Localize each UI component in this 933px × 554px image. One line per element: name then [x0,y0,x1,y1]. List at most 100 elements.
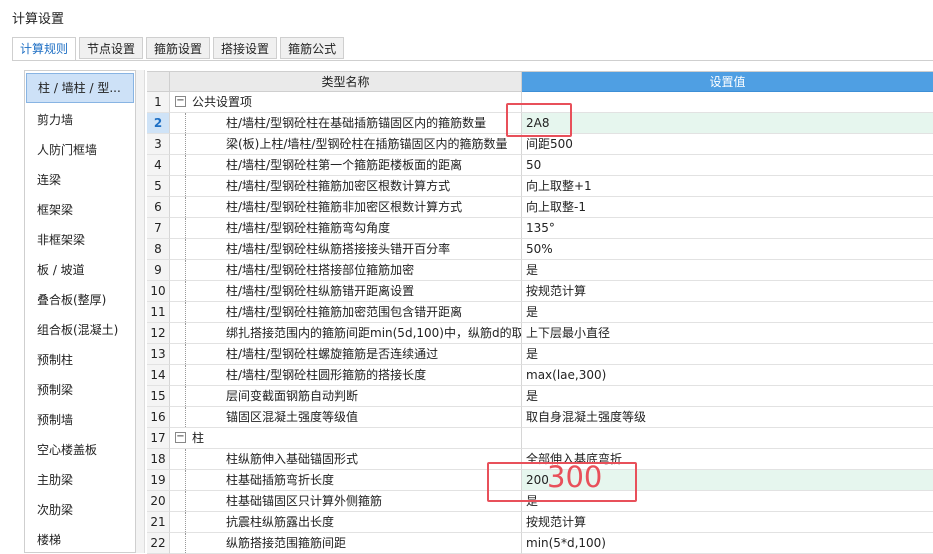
tree-guide-line [185,260,186,280]
setting-value-cell[interactable]: 按规范计算 [522,281,933,302]
sidebar-item-shear-wall[interactable]: 剪力墙 [25,105,135,135]
setting-value-cell[interactable]: 是 [522,302,933,323]
sidebar-item-composite-slab-full[interactable]: 叠合板(整厚) [25,285,135,315]
setting-name-text: 锚固区混凝土强度等级值 [226,410,359,424]
setting-value-cell[interactable] [522,92,933,113]
table-row[interactable]: 9 柱/墙柱/型钢砼柱搭接部位箍筋加密 是 [147,260,933,281]
annotation-text-300: 300 [547,460,603,494]
table-row[interactable]: 10 柱/墙柱/型钢砼柱纵筋错开距离设置 按规范计算 [147,281,933,302]
row-number: 5 [147,176,170,197]
table-row[interactable]: 6 柱/墙柱/型钢砼柱箍筋非加密区根数计算方式 向上取整-1 [147,197,933,218]
sidebar-item-composite-slab-concrete[interactable]: 组合板(混凝土) [25,315,135,345]
sidebar-item-civil-defense-frame[interactable]: 人防门框墙 [25,135,135,165]
table-row[interactable]: 12 绑扎搭接范围内的箍筋间距min(5d,100)中，纵筋d的取值 上下层最小直径 [147,323,933,344]
setting-value-cell[interactable]: 间距500 [522,134,933,155]
setting-value-cell[interactable]: 按规范计算 [522,512,933,533]
setting-name-cell: 柱/墙柱/型钢砼柱纵筋搭接接头错开百分率 [170,239,522,260]
setting-name-cell: 锚固区混凝土强度等级值 [170,407,522,428]
row-number: 16 [147,407,170,428]
setting-name-cell: 柱/墙柱/型钢砼柱箍筋非加密区根数计算方式 [170,197,522,218]
setting-name-text: 柱/墙柱/型钢砼柱纵筋错开距离设置 [226,284,415,298]
setting-name-text: 柱/墙柱/型钢砼柱在基础插筋锚固区内的箍筋数量 [226,116,487,130]
table-row[interactable]: 17− 柱 [147,428,933,449]
table-row[interactable]: 16 锚固区混凝土强度等级值 取自身混凝土强度等级 [147,407,933,428]
setting-value-cell[interactable]: max(lae,300) [522,365,933,386]
annotation-box-row2 [506,103,572,137]
table-row[interactable]: 11 柱/墙柱/型钢砼柱箍筋加密范围包含错开距离 是 [147,302,933,323]
setting-name-cell: 柱/墙柱/型钢砼柱纵筋错开距离设置 [170,281,522,302]
row-number: 2 [147,113,170,134]
window-title: 计算设置 [12,12,65,27]
setting-name-cell: 抗震柱纵筋露出长度 [170,512,522,533]
setting-name-text: 绑扎搭接范围内的箍筋间距min(5d,100)中，纵筋d的取值 [226,326,522,340]
collapse-toggle-icon[interactable]: − [175,96,186,107]
setting-name-text: 层间变截面钢筋自动判断 [226,389,359,403]
setting-name-cell: 柱/墙柱/型钢砼柱箍筋加密区根数计算方式 [170,176,522,197]
header-setting-value: 设置值 [522,72,933,92]
tab-node-settings[interactable]: 节点设置 [79,37,144,59]
setting-name-text: 柱/墙柱/型钢砼柱螺旋箍筋是否连续通过 [226,347,439,361]
sidebar-item-hollow-floor[interactable]: 空心楼盖板 [25,435,135,465]
tab-stirrup-formula[interactable]: 箍筋公式 [280,37,345,59]
tab-stirrup-settings[interactable]: 箍筋设置 [146,37,211,59]
setting-value-cell[interactable]: 50 [522,155,933,176]
row-number: 9 [147,260,170,281]
table-row[interactable]: 22 纵筋搭接范围箍筋间距 min(5*d,100) [147,533,933,554]
sidebar-item-slab-ramp[interactable]: 板 / 坡道 [25,255,135,285]
setting-value-cell[interactable]: 是 [522,344,933,365]
setting-name-cell: 柱/墙柱/型钢砼柱在基础插筋锚固区内的箍筋数量 [170,113,522,134]
setting-value-cell[interactable]: 上下层最小直径 [522,323,933,344]
row-number: 8 [147,239,170,260]
setting-value-cell[interactable]: 向上取整-1 [522,197,933,218]
sidebar-item-stairs[interactable]: 楼梯 [25,525,135,552]
table-row[interactable]: 5 柱/墙柱/型钢砼柱箍筋加密区根数计算方式 向上取整+1 [147,176,933,197]
table-row[interactable]: 21 抗震柱纵筋露出长度 按规范计算 [147,512,933,533]
component-list: 柱 / 墙柱 / 型... 剪力墙 人防门框墙 连梁 框架梁 非框架梁 板 / … [24,70,136,553]
setting-name-cell: 柱纵筋伸入基础锚固形式 [170,449,522,470]
tree-guide-line [185,323,186,343]
group-name-cell: − 公共设置项 [170,92,522,113]
setting-value-cell[interactable]: 是 [522,260,933,281]
tab-lap-settings[interactable]: 搭接设置 [213,37,278,59]
sidebar-item-coupling-beam[interactable]: 连梁 [25,165,135,195]
sidebar-item-frame-beam[interactable]: 框架梁 [25,195,135,225]
sidebar-item-non-frame-beam[interactable]: 非框架梁 [25,225,135,255]
setting-value-cell[interactable]: min(5*d,100) [522,533,933,554]
tab-calc-rules[interactable]: 计算规则 [12,37,77,61]
row-number: 22 [147,533,170,554]
tree-guide-line [185,155,186,175]
setting-value-cell[interactable]: 135° [522,218,933,239]
setting-value-cell[interactable]: 是 [522,386,933,407]
setting-value-cell[interactable]: 50% [522,239,933,260]
table-row[interactable]: 3 梁(板)上柱/墙柱/型钢砼柱在插筋锚固区内的箍筋数量 间距500 [147,134,933,155]
table-row[interactable]: 13 柱/墙柱/型钢砼柱螺旋箍筋是否连续通过 是 [147,344,933,365]
setting-name-cell: 柱基础锚固区只计算外侧箍筋 [170,491,522,512]
sidebar-item-main-rib-beam[interactable]: 主肋梁 [25,465,135,495]
setting-value-cell[interactable] [522,428,933,449]
setting-name-text: 柱/墙柱/型钢砼柱纵筋搭接接头错开百分率 [226,242,451,256]
setting-name-text: 柱/墙柱/型钢砼柱箍筋加密范围包含错开距离 [226,305,463,319]
table-row[interactable]: 8 柱/墙柱/型钢砼柱纵筋搭接接头错开百分率 50% [147,239,933,260]
setting-value-cell[interactable]: 取自身混凝土强度等级 [522,407,933,428]
collapse-toggle-icon[interactable]: − [175,432,186,443]
table-row[interactable]: 4 柱/墙柱/型钢砼柱第一个箍筋距楼板面的距离 50 [147,155,933,176]
tree-guide-line [185,281,186,301]
sidebar-item-column[interactable]: 柱 / 墙柱 / 型... [26,73,134,103]
sidebar-item-secondary-rib-beam[interactable]: 次肋梁 [25,495,135,525]
sidebar-scrollbar[interactable] [136,70,145,553]
sidebar-item-precast-wall[interactable]: 预制墙 [25,405,135,435]
table-row[interactable]: 15 层间变截面钢筋自动判断 是 [147,386,933,407]
group-name-cell: − 柱 [170,428,522,449]
sidebar-item-precast-beam[interactable]: 预制梁 [25,375,135,405]
sidebar-item-precast-column[interactable]: 预制柱 [25,345,135,375]
setting-name-cell: 梁(板)上柱/墙柱/型钢砼柱在插筋锚固区内的箍筋数量 [170,134,522,155]
tree-guide-line [185,176,186,196]
setting-name-text: 梁(板)上柱/墙柱/型钢砼柱在插筋锚固区内的箍筋数量 [226,137,508,151]
setting-value-cell[interactable]: 2A8 [522,113,933,134]
setting-value-cell[interactable]: 向上取整+1 [522,176,933,197]
setting-name-cell: 纵筋搭接范围箍筋间距 [170,533,522,554]
row-number: 14 [147,365,170,386]
table-row[interactable]: 14 柱/墙柱/型钢砼柱圆形箍筋的搭接长度 max(lae,300) [147,365,933,386]
table-row[interactable]: 7 柱/墙柱/型钢砼柱箍筋弯勾角度 135° [147,218,933,239]
row-number: 12 [147,323,170,344]
